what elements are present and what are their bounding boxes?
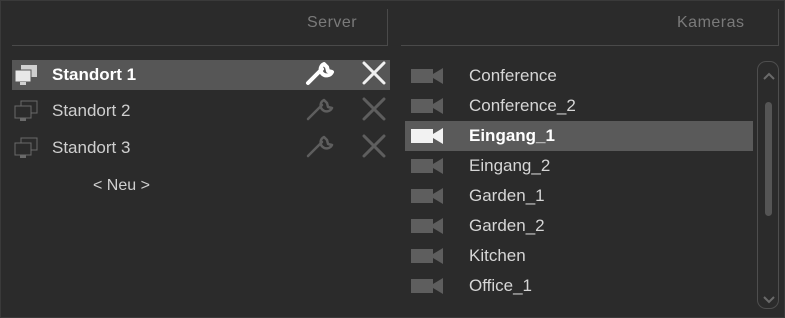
camera-icon bbox=[409, 246, 445, 266]
server-item-standort-2[interactable]: Standort 2 bbox=[12, 96, 390, 126]
server-item-standort-1[interactable]: Standort 1 bbox=[12, 60, 390, 90]
scrollbar-thumb[interactable] bbox=[765, 102, 772, 216]
chevron-down-icon[interactable] bbox=[762, 292, 776, 304]
camera-icon bbox=[409, 156, 445, 176]
camera-item-garden-1[interactable]: Garden_1 bbox=[405, 181, 753, 211]
camera-icon bbox=[409, 216, 445, 236]
camera-item-label: Garden_2 bbox=[469, 216, 545, 235]
camera-item-conference[interactable]: Conference bbox=[405, 61, 753, 91]
header-divider bbox=[778, 9, 779, 45]
delete-x-icon[interactable] bbox=[360, 96, 388, 127]
camera-item-label: Eingang_2 bbox=[469, 156, 551, 175]
wrench-icon[interactable] bbox=[304, 133, 338, 164]
header-divider bbox=[387, 9, 388, 45]
server-item-standort-3[interactable]: Standort 3 bbox=[12, 133, 390, 163]
server-item-label: Standort 2 bbox=[52, 101, 131, 120]
new-server-link[interactable]: < Neu > bbox=[93, 177, 150, 195]
server-item-label: Standort 3 bbox=[52, 138, 131, 157]
camera-item-kitchen[interactable]: Kitchen bbox=[405, 241, 753, 271]
camera-icon bbox=[409, 66, 445, 86]
camera-item-label: Eingang_1 bbox=[469, 126, 555, 145]
camera-item-conference-2[interactable]: Conference_2 bbox=[405, 91, 753, 121]
camera-icon bbox=[409, 126, 445, 146]
delete-x-icon[interactable] bbox=[360, 133, 388, 164]
camera-item-label: Office_1 bbox=[469, 276, 533, 295]
camera-icon bbox=[409, 96, 445, 116]
server-header-underline bbox=[12, 45, 388, 46]
wrench-icon[interactable] bbox=[304, 60, 338, 91]
camera-list-scrollbar[interactable] bbox=[757, 61, 779, 309]
delete-x-icon[interactable] bbox=[360, 60, 388, 91]
camera-item-eingang-1[interactable]: Eingang_1 bbox=[405, 121, 753, 151]
camera-icon bbox=[409, 276, 445, 296]
computer-icon bbox=[14, 64, 40, 86]
camera-list: Conference Conference_2 Eingang_1 Eingan… bbox=[405, 61, 753, 301]
cameras-header-underline bbox=[401, 45, 779, 46]
camera-icon bbox=[409, 186, 445, 206]
server-column-header: Server bbox=[307, 14, 358, 31]
camera-item-label: Kitchen bbox=[469, 246, 526, 265]
camera-item-office-1[interactable]: Office_1 bbox=[405, 271, 753, 301]
camera-item-label: Garden_1 bbox=[469, 186, 545, 205]
wrench-icon[interactable] bbox=[304, 96, 338, 127]
computer-icon bbox=[14, 137, 40, 159]
camera-item-eingang-2[interactable]: Eingang_2 bbox=[405, 151, 753, 181]
server-item-label: Standort 1 bbox=[52, 65, 137, 84]
cameras-column-header: Kameras bbox=[677, 14, 745, 31]
chevron-up-icon[interactable] bbox=[762, 68, 776, 80]
camera-selection-panel: Server Kameras Standort 1 Standort 2 Sta… bbox=[0, 0, 785, 318]
camera-item-label: Conference bbox=[469, 66, 557, 85]
camera-item-garden-2[interactable]: Garden_2 bbox=[405, 211, 753, 241]
camera-item-label: Conference_2 bbox=[469, 96, 576, 115]
computer-icon bbox=[14, 100, 40, 122]
